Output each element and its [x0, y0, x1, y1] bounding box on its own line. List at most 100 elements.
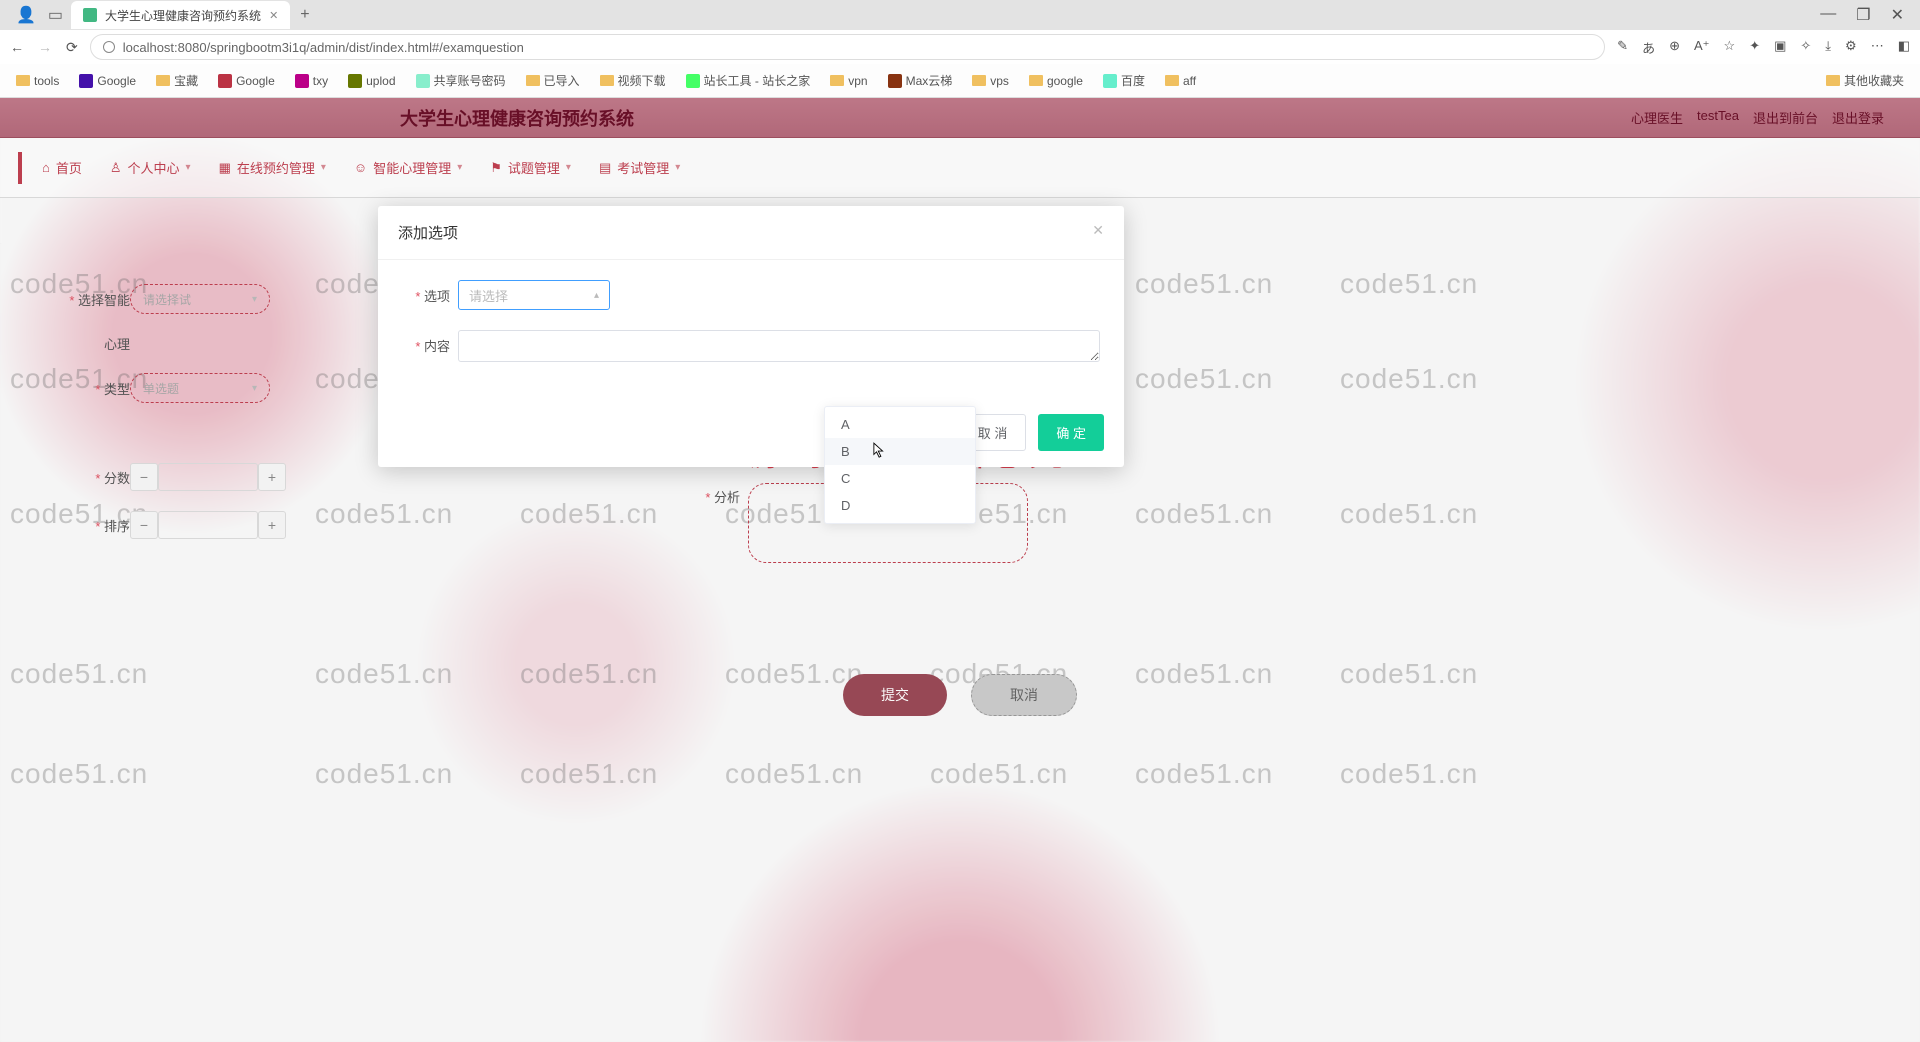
bookmark-item[interactable]: aff [1159, 72, 1202, 90]
bookmark-label: Max云梯 [906, 72, 953, 89]
folder-icon [600, 75, 614, 86]
bookmark-label: 已导入 [544, 72, 580, 89]
url-text: localhost:8080/springbootm3i1q/admin/dis… [123, 40, 524, 55]
window-close-icon[interactable]: ✕ [1891, 5, 1904, 25]
collections-icon[interactable]: ▣ [1774, 38, 1786, 57]
window-maximize-icon[interactable]: ❐ [1856, 5, 1870, 25]
bookmark-other[interactable]: 其他收藏夹 [1820, 70, 1910, 91]
folder-icon [830, 75, 844, 86]
option-dropdown-panel: ABCD [824, 406, 976, 524]
bookmark-label: 视频下载 [618, 72, 666, 89]
bookmark-label: 站长工具 - 站长之家 [704, 72, 811, 89]
bookmark-label: 其他收藏夹 [1844, 72, 1904, 89]
site-icon [1103, 74, 1117, 88]
bookmark-item[interactable]: uplod [342, 72, 401, 90]
bookmark-label: Google [236, 74, 275, 88]
bookmark-item[interactable]: 宝藏 [150, 70, 204, 91]
bookmark-item[interactable]: txy [289, 72, 334, 90]
favorite-icon[interactable]: ☆ [1724, 38, 1736, 57]
browser-tab-active[interactable]: 大学生心理健康咨询预约系统 ✕ [71, 1, 290, 29]
bookmark-item[interactable]: Google [73, 72, 142, 90]
bookmark-item[interactable]: 站长工具 - 站长之家 [680, 70, 817, 91]
bookmark-item[interactable]: 百度 [1097, 70, 1151, 91]
performance-icon[interactable]: ⚙ [1845, 38, 1857, 57]
bookmark-item[interactable]: 视频下载 [594, 70, 672, 91]
dropdown-option[interactable]: B [825, 438, 975, 465]
modal-confirm-button[interactable]: 确 定 [1038, 414, 1104, 451]
browser-nav: ← → ⟳ localhost:8080/springbootm3i1q/adm… [0, 30, 1920, 64]
bookmark-item[interactable]: vpn [824, 72, 873, 90]
extensions-icon[interactable]: ✦ [1749, 38, 1760, 57]
add-option-modal: 添加选项 ✕ 选项 请选择 ▴ 内容 取 消 确 定 ABCD [378, 206, 1124, 467]
favicon-icon [83, 8, 97, 22]
dropdown-option[interactable]: A [825, 411, 975, 438]
forward-icon[interactable]: → [38, 39, 52, 56]
window-minimize-icon[interactable]: — [1820, 5, 1836, 25]
modal-content-textarea[interactable] [458, 330, 1100, 362]
folder-icon [156, 75, 170, 86]
modal-option-select[interactable]: 请选择 ▴ [458, 280, 610, 310]
bookmark-label: txy [313, 74, 328, 88]
dropdown-option[interactable]: C [825, 465, 975, 492]
more-icon[interactable]: ⋯ [1871, 38, 1884, 57]
bookmark-label: 百度 [1121, 72, 1145, 89]
bookmark-item[interactable]: google [1023, 72, 1089, 90]
site-icon [295, 74, 309, 88]
site-info-icon[interactable] [103, 41, 115, 53]
bookmark-item[interactable]: vps [966, 72, 1015, 90]
zoom-icon[interactable]: ⊕ [1669, 38, 1680, 57]
browser-chrome: 👤 ▭ 大学生心理健康咨询预约系统 ✕ + — ❐ ✕ ← → ⟳ localh… [0, 0, 1920, 98]
bookmark-label: vps [990, 74, 1009, 88]
modal-option-label: 选项 [402, 280, 450, 305]
workspace-icon[interactable]: ▭ [48, 5, 63, 25]
download-icon[interactable]: ⤓ [1825, 38, 1831, 57]
modal-title: 添加选项 [398, 222, 458, 243]
bookmark-label: tools [34, 74, 59, 88]
profile-controls: 👤 ▭ [8, 5, 71, 25]
bookmark-item[interactable]: 已导入 [520, 70, 586, 91]
reload-icon[interactable]: ⟳ [66, 39, 78, 56]
translate-icon[interactable]: あ [1642, 38, 1655, 57]
bookmark-label: 共享账号密码 [434, 72, 506, 89]
bookmark-label: google [1047, 74, 1083, 88]
modal-close-icon[interactable]: ✕ [1092, 222, 1104, 243]
bookmark-item[interactable]: Max云梯 [882, 70, 959, 91]
site-icon [686, 74, 700, 88]
close-tab-icon[interactable]: ✕ [269, 9, 278, 22]
bookmark-item[interactable]: 共享账号密码 [410, 70, 512, 91]
edit-icon[interactable]: ✎ [1617, 38, 1628, 57]
modal-content-label: 内容 [402, 330, 450, 355]
folder-icon [526, 75, 540, 86]
url-bar[interactable]: localhost:8080/springbootm3i1q/admin/dis… [90, 34, 1605, 60]
dropdown-option[interactable]: D [825, 492, 975, 519]
profile-icon[interactable]: 👤 [16, 5, 36, 25]
bookmark-label: vpn [848, 74, 867, 88]
sidebar-icon[interactable]: ◧ [1898, 38, 1910, 57]
folder-icon [1826, 75, 1840, 86]
folder-icon [972, 75, 986, 86]
bookmark-label: 宝藏 [174, 72, 198, 89]
bookmark-label: aff [1183, 74, 1196, 88]
chevron-up-icon: ▴ [594, 290, 599, 301]
site-icon [416, 74, 430, 88]
bookmark-label: uplod [366, 74, 395, 88]
app-viewport: code51.cncode51.cncode51.cncode51.cncode… [0, 98, 1920, 1042]
tab-title: 大学生心理健康咨询预约系统 [105, 7, 261, 24]
reader-icon[interactable]: A⁺ [1694, 38, 1710, 57]
folder-icon [16, 75, 30, 86]
new-tab-button[interactable]: + [290, 6, 319, 24]
bookmark-item[interactable]: tools [10, 72, 65, 90]
back-icon[interactable]: ← [10, 39, 24, 56]
site-icon [79, 74, 93, 88]
site-icon [888, 74, 902, 88]
bookmark-item[interactable]: Google [212, 72, 281, 90]
site-icon [218, 74, 232, 88]
site-icon [348, 74, 362, 88]
modal-option-placeholder: 请选择 [469, 286, 508, 305]
star2-icon[interactable]: ✧ [1800, 38, 1811, 57]
folder-icon [1165, 75, 1179, 86]
folder-icon [1029, 75, 1043, 86]
browser-tabs: 👤 ▭ 大学生心理健康咨询预约系统 ✕ + — ❐ ✕ [0, 0, 1920, 30]
bookmarks-bar: tools Google 宝藏 Google txy uplod 共享账号密码 已导入 视频下载… [0, 64, 1920, 98]
bookmark-label: Google [97, 74, 136, 88]
